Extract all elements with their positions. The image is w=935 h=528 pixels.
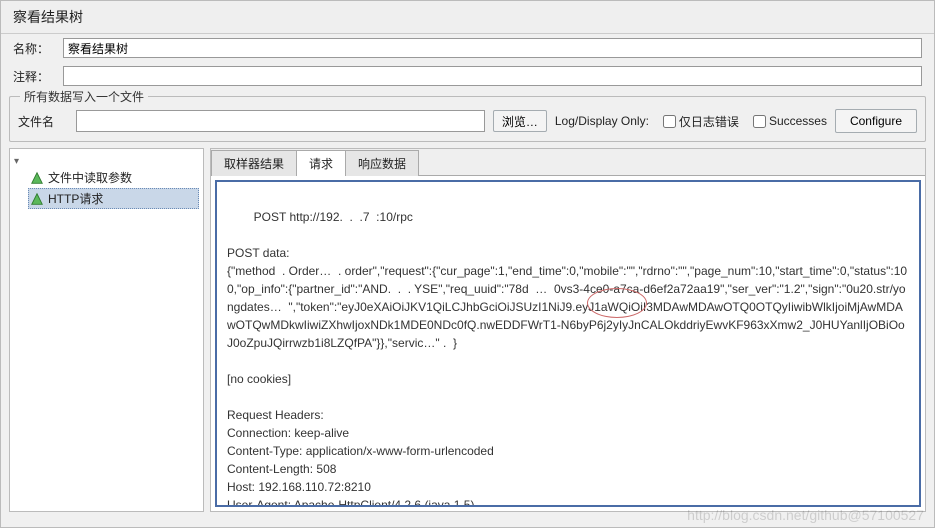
- tree-item-label: HTTP请求: [48, 190, 103, 207]
- errors-only-checkbox[interactable]: 仅日志错误: [663, 113, 739, 130]
- name-label: 名称：: [13, 40, 63, 57]
- successes-checkbox[interactable]: Successes: [753, 114, 827, 128]
- tab-request[interactable]: 请求: [296, 150, 346, 176]
- tree-item-http-request[interactable]: HTTP请求: [28, 188, 199, 209]
- successes-box[interactable]: [753, 115, 766, 128]
- tree-item-label: 文件中读取参数: [48, 169, 132, 186]
- configure-button[interactable]: Configure: [835, 109, 917, 133]
- tab-response-data[interactable]: 响应数据: [345, 150, 419, 176]
- tab-sampler-result[interactable]: 取样器结果: [211, 150, 297, 176]
- success-icon: [30, 171, 44, 185]
- success-icon: [30, 192, 44, 206]
- log-display-label: Log/Display Only:: [555, 114, 649, 128]
- request-content[interactable]: POST http://192. . .7 :10/rpc POST data:…: [215, 180, 921, 507]
- file-fieldset: 所有数据写入一个文件 文件名 浏览… Log/Display Only: 仅日志…: [9, 96, 926, 142]
- request-text: POST http://192. . .7 :10/rpc POST data:…: [227, 210, 907, 507]
- errors-only-text: 仅日志错误: [679, 113, 739, 130]
- comment-label: 注释：: [13, 68, 63, 85]
- filename-label: 文件名: [18, 113, 68, 130]
- successes-text: Successes: [769, 114, 827, 128]
- tab-bar: 取样器结果 请求 响应数据: [211, 149, 925, 176]
- results-tree[interactable]: 文件中读取参数 HTTP请求: [9, 148, 204, 512]
- tree-item-read-params[interactable]: 文件中读取参数: [28, 167, 199, 188]
- filename-input[interactable]: [76, 110, 485, 132]
- errors-only-box[interactable]: [663, 115, 676, 128]
- browse-button[interactable]: 浏览…: [493, 110, 547, 132]
- file-legend: 所有数据写入一个文件: [20, 88, 148, 105]
- panel-title: 察看结果树: [1, 1, 934, 34]
- name-input[interactable]: [63, 38, 922, 58]
- comment-input[interactable]: [63, 66, 922, 86]
